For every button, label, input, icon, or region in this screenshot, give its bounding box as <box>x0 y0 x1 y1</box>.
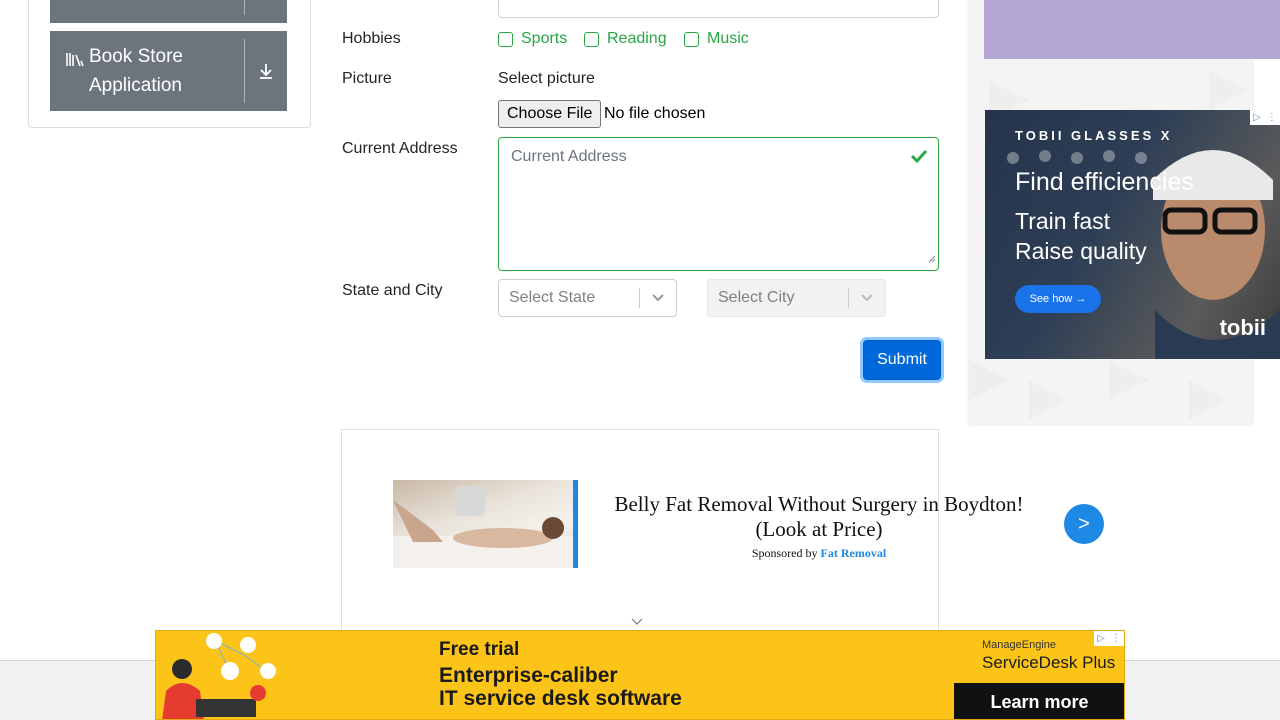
state-select-value: Select State <box>509 289 596 306</box>
see-how-button[interactable]: See how → <box>1015 285 1101 313</box>
valid-check-icon <box>910 148 928 169</box>
ad-choices-badge[interactable]: ▷ ⋮ <box>1250 110 1280 125</box>
ad-headline-2: IT service desk software <box>439 687 682 710</box>
tobii-brand: TOBII GLASSES X <box>1015 128 1173 143</box>
books-icon <box>65 47 85 76</box>
hobby-sports-checkbox[interactable]: Sports <box>498 30 567 48</box>
ad-sponsor-line: Sponsored by Fat Removal <box>751 546 887 560</box>
sidebar-item-book-store[interactable]: Book Store Application <box>50 31 287 111</box>
checkbox-icon[interactable] <box>584 31 599 47</box>
current-address-label: Current Address <box>342 140 458 157</box>
tobii-headline: Find efficiencies <box>1015 168 1194 196</box>
picture-label: Picture <box>342 70 392 87</box>
current-address-textarea[interactable]: Current Address <box>498 137 939 271</box>
servicedesk-product: ServiceDesk Plus <box>982 653 1116 672</box>
checkbox-icon[interactable] <box>684 31 699 47</box>
resize-handle-icon[interactable] <box>928 250 936 268</box>
city-select-value: Select City <box>718 289 795 306</box>
manageengine-brand: ManageEngine <box>982 639 1057 651</box>
tobii-line-2: Train fast <box>1015 208 1111 234</box>
state-select[interactable]: Select State <box>498 279 677 317</box>
more-options-icon[interactable]: ⋮ <box>1111 633 1121 644</box>
city-select[interactable]: Select City <box>707 279 886 317</box>
ad-choices-icon[interactable]: ▷ <box>1097 633 1105 644</box>
chevron-down-icon[interactable] <box>640 293 676 303</box>
learn-more-button[interactable]: Learn more <box>954 683 1124 719</box>
state-city-label: State and City <box>342 282 443 299</box>
tobii-line-3: Raise quality <box>1015 238 1147 264</box>
submit-button[interactable]: Submit <box>863 340 941 380</box>
ad-go-button[interactable]: > <box>1064 504 1104 544</box>
ad-choices-badge[interactable]: ▷ ⋮ <box>1094 631 1124 646</box>
file-status: No file chosen <box>604 105 706 122</box>
select-picture-heading: Select picture <box>498 70 595 87</box>
choose-file-button[interactable]: Choose File <box>498 100 602 128</box>
download-icon[interactable] <box>245 31 287 111</box>
ad-illustration <box>162 633 276 719</box>
checkbox-icon[interactable] <box>498 31 513 47</box>
ad-choices-icon[interactable]: ▷ <box>1253 112 1261 123</box>
more-options-icon[interactable]: ⋮ <box>1267 112 1277 123</box>
sidebar-item-previous[interactable] <box>50 0 287 23</box>
tobii-logo: tobii <box>1219 315 1266 340</box>
ad-tagline: Free trial <box>439 639 520 660</box>
hobby-music-checkbox[interactable]: Music <box>684 30 749 48</box>
ad-headline-1: Enterprise-caliber <box>439 664 618 687</box>
tobii-ad[interactable]: TOBII GLASSES X Find efficiencies Train … <box>985 110 1280 359</box>
ad-image[interactable] <box>393 480 578 568</box>
sidebar-item-label: Book Store Application <box>89 46 183 96</box>
hobbies-label: Hobbies <box>342 30 401 47</box>
email-field[interactable] <box>498 0 939 18</box>
address-placeholder: Current Address <box>511 148 627 165</box>
manageengine-ad[interactable]: Free trial Enterprise-caliber IT service… <box>155 630 1125 720</box>
hobby-reading-checkbox[interactable]: Reading <box>584 30 667 48</box>
sponsor-link[interactable]: Fat Removal <box>821 546 887 560</box>
ad-title[interactable]: Belly Fat Removal Without Surgery in Boy… <box>593 492 1045 542</box>
chevron-down-icon[interactable] <box>849 293 885 303</box>
purple-banner <box>984 0 1280 59</box>
